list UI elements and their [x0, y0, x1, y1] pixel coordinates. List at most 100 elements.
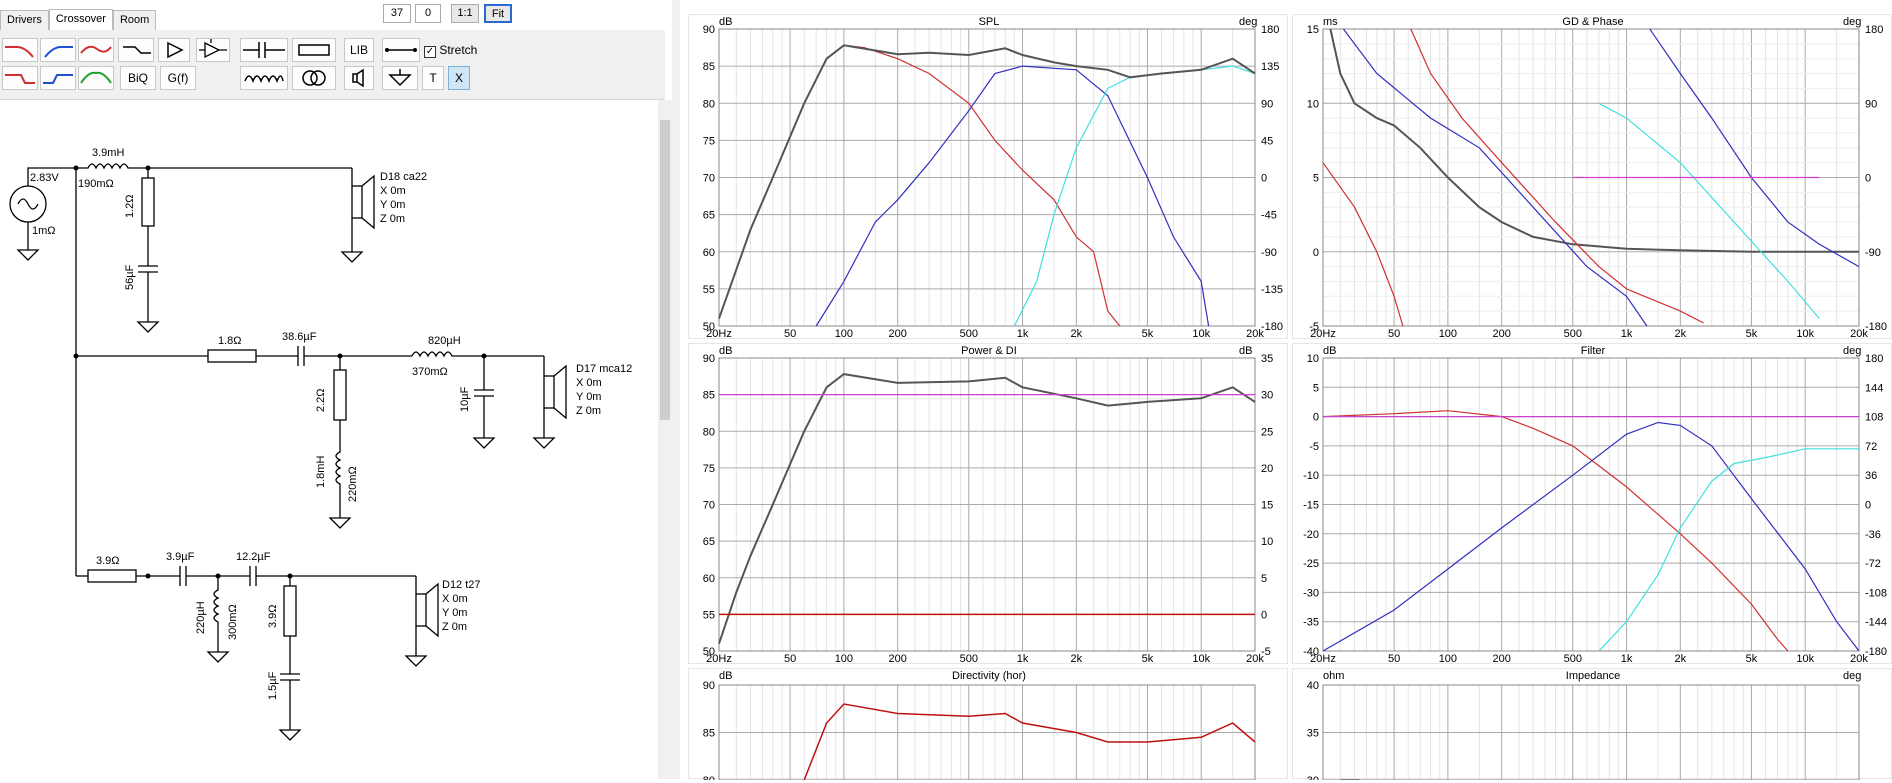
left-tick-label: 0: [1313, 247, 1319, 259]
highpass-blue-button[interactable]: [40, 38, 76, 62]
zoom-1to1-button[interactable]: 1:1: [451, 4, 479, 23]
transfer-function-button[interactable]: G(f): [160, 66, 196, 90]
spl-panel: 90 85 80 75 70 65 60 55 50 180 135 90 45 0 -45 -90 -135 -…: [688, 14, 1289, 340]
bandpass-red-button[interactable]: [78, 38, 114, 62]
driver-button[interactable]: [344, 66, 374, 90]
freq-tick-label: 20k: [1246, 328, 1264, 340]
panel-title: SPL: [979, 16, 1000, 28]
right-tick-label: 20: [1261, 463, 1273, 475]
schematic-scrollbar[interactable]: [658, 100, 672, 779]
shelf-icon: [123, 46, 151, 54]
power-response-curve: [718, 373, 1256, 645]
left-tick-label: 60: [703, 573, 715, 585]
r4-label: 3.9Ω: [96, 555, 120, 567]
l3-label: 1.8mH: [315, 456, 327, 488]
left-tick-label: -30: [1303, 587, 1319, 599]
value-field-1[interactable]: 37: [383, 4, 411, 23]
inductor-icon: [244, 75, 284, 84]
left-tick-label: 35: [1307, 728, 1319, 740]
directivity-curve: [803, 703, 1256, 781]
buffer-button[interactable]: [196, 38, 230, 62]
wire-button[interactable]: [382, 38, 420, 62]
inductor-button[interactable]: [240, 66, 288, 90]
transformer-button[interactable]: [292, 66, 336, 90]
right-tick-label: 72: [1865, 441, 1877, 453]
left-unit-label: dB: [719, 670, 732, 682]
bandpass-green-icon: [80, 71, 112, 84]
power-di-panel: 90 85 80 75 70 65 60 55 50 35 30 25 20 15 10 5 0 -5 20Hz 50…: [688, 343, 1289, 665]
lowpass-2-icon: [5, 74, 35, 84]
ground-icon: [388, 69, 412, 87]
directivity-panel: 90 85 80 Directivity (hor) dB: [688, 668, 1289, 783]
schematic-canvas[interactable]: 2.83V 1mΩ 3.9mH 190mΩ 1.2Ω 56µF D18 ca22…: [0, 100, 660, 779]
value-field-2[interactable]: 0: [415, 4, 441, 23]
right-tick-label: 15: [1261, 500, 1273, 512]
filter-chart[interactable]: 1050-5-10-15-20-25-30-35-401801441087236…: [1293, 344, 1892, 665]
graphs-area: 90 85 80 75 70 65 60 55 50 180 135 90 45 0 -45 -90 -135-…: [680, 0, 1892, 783]
tab-room[interactable]: Room: [112, 10, 157, 30]
biquad-button[interactable]: BiQ: [120, 66, 156, 90]
freq-tick-label: 1k: [1621, 328, 1633, 340]
left-tick-label: 85: [703, 390, 715, 402]
filter-tweeter-curve: [1598, 448, 1859, 652]
tab-drivers[interactable]: Drivers: [0, 10, 49, 30]
impedance-chart[interactable]: 40 35 30 Impedance ohm deg: [1293, 669, 1892, 783]
left-tick-label: 60: [703, 247, 715, 259]
right-tick-label: 0: [1865, 173, 1871, 185]
gd-phase-chart[interactable]: 151050-5180900-90-18020Hz 50 100 200 500 1k 2k…: [1293, 15, 1892, 340]
scrollbar-thumb[interactable]: [660, 120, 670, 420]
library-button[interactable]: LIB: [344, 38, 374, 62]
shelf-button[interactable]: [118, 38, 154, 62]
directivity-chart[interactable]: 90 85 80 Directivity (hor) dB: [689, 669, 1289, 783]
left-unit-label: dB: [719, 345, 732, 357]
right-tick-label: 35: [1261, 353, 1273, 365]
freq-tick-label: 50: [1388, 653, 1400, 665]
resistor-icon: [298, 44, 330, 56]
splitter[interactable]: [672, 0, 680, 779]
ground-button[interactable]: [382, 66, 418, 90]
driver3-z: Z 0m: [442, 621, 467, 633]
left-tick-label: 90: [703, 24, 715, 36]
amplifier-button[interactable]: [158, 38, 190, 62]
text-button[interactable]: T: [422, 66, 444, 90]
right-tick-label: 180: [1261, 24, 1279, 36]
freq-tick-label: 10k: [1796, 328, 1814, 340]
freq-tick-label: 200: [888, 328, 906, 340]
highpass-blue-2-button[interactable]: [40, 66, 76, 90]
right-tick-label: -108: [1865, 587, 1887, 599]
left-tick-label: 80: [703, 98, 715, 110]
stretch-checkbox[interactable]: ✓ Stretch: [424, 43, 477, 58]
lowpass-red-button[interactable]: [2, 38, 38, 62]
left-tick-label: -35: [1303, 617, 1319, 629]
right-tick-label: 0: [1261, 173, 1267, 185]
left-tick-label: 5: [1313, 173, 1319, 185]
bandpass-green-button[interactable]: [78, 66, 114, 90]
freq-tick-label: 20k: [1850, 653, 1868, 665]
fit-button[interactable]: Fit: [484, 4, 512, 23]
l2r-label: 370mΩ: [412, 366, 448, 378]
right-tick-label: 90: [1261, 98, 1273, 110]
lowpass-red-2-button[interactable]: [2, 66, 38, 90]
tab-crossover[interactable]: Crossover: [48, 9, 113, 30]
panel-title: Power & DI: [961, 345, 1017, 357]
spl-chart[interactable]: 90 85 80 75 70 65 60 55 50 180 135 90 45 0 -45 -90 -135 -…: [689, 15, 1289, 340]
right-tick-label: 0: [1261, 609, 1267, 621]
left-unit-label: ohm: [1323, 670, 1344, 682]
freq-tick-label: 20k: [1246, 653, 1264, 665]
c6-label: 1.5µF: [267, 671, 279, 700]
resistor-button[interactable]: [292, 38, 336, 62]
capacitor-button[interactable]: [240, 38, 288, 62]
freq-tick-label: 2k: [1675, 653, 1687, 665]
freq-tick-label: 20Hz: [706, 653, 732, 665]
left-tick-label: 5: [1313, 382, 1319, 394]
delete-button[interactable]: X: [448, 66, 470, 90]
freq-tick-label: 100: [835, 653, 853, 665]
right-tick-label: 5: [1261, 573, 1267, 585]
phase-tweeter-curve: [1598, 102, 1820, 319]
freq-tick-label: 500: [1564, 653, 1582, 665]
impedance-panel: 40 35 30 Impedance ohm deg: [1292, 668, 1892, 783]
left-tick-label: 90: [703, 680, 715, 692]
freq-tick-label: 500: [1564, 328, 1582, 340]
power-di-chart[interactable]: 90858075706560555035302520151050-520Hz 50…: [689, 344, 1289, 665]
panel-title: GD & Phase: [1562, 16, 1623, 28]
